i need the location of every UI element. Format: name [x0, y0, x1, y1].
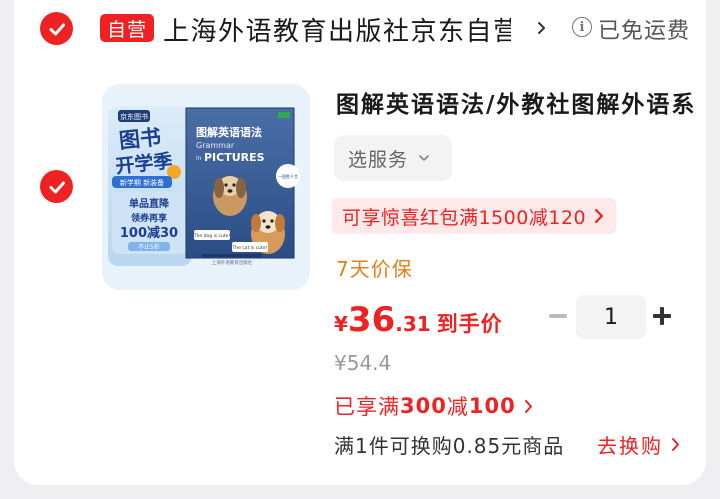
cover-deal-1: 单品直降 [129, 197, 170, 210]
original-price: ¥54.4 [334, 351, 392, 375]
store-header[interactable]: 自营 上海外语教育出版社京东自营官方旗舰店 i 已免运费 [14, 0, 706, 56]
coupon-text: 可享惊喜红包满1500减120 [342, 206, 587, 229]
book-en-1: Grammar [196, 141, 235, 150]
chevron-right-icon[interactable] [534, 17, 550, 39]
cover-deal-4: 不止5折 [138, 243, 160, 251]
book-publisher: 上海外语教育出版社 [212, 259, 253, 266]
price-currency: ¥ [334, 312, 348, 336]
book-title: 图解英语语法 [196, 125, 262, 139]
exchange-offer-text: 满1件可换购0.85元商品 [334, 434, 565, 458]
free-shipping-label: 已免运费 [598, 19, 691, 44]
service-select-label: 选服务 [348, 148, 409, 171]
book-en-3: PICTURES [204, 151, 265, 164]
product-thumbnail[interactable]: 京东图书 图书 开学季 新学期 新装备 单品直降 领券再享 100减30 不止5… [102, 84, 310, 290]
cover-headline-1: 图书 [118, 125, 162, 153]
exchange-link-label: 去换购 [597, 434, 663, 458]
cover-deal-2: 领券再享 [131, 212, 167, 224]
price-protection-label: 7天价保 [336, 257, 413, 281]
cover-badge: 京东图书 [120, 112, 148, 121]
price-integer: 36 [347, 300, 396, 340]
coupon-banner[interactable]: 可享惊喜红包满1500减120 [332, 198, 617, 234]
store-select-checkbox[interactable] [40, 12, 73, 45]
book-bubble-2: The cat is cute! [232, 245, 268, 251]
chevron-right-icon [672, 438, 679, 451]
cart-store-card: 自营 上海外语教育出版社京东自营官方旗舰店 i 已免运费 京东图书 [14, 0, 706, 485]
book-bubble-1: The dog is cute! [193, 233, 231, 239]
decrease-quantity-button[interactable] [549, 314, 567, 318]
cover-deal-3: 100减30 [120, 225, 178, 241]
promo-prefix: 已享满 [334, 395, 400, 419]
book-sticker: 一图胜千言 [278, 173, 298, 179]
check-icon [49, 181, 65, 193]
service-select[interactable]: 选服务 [334, 135, 452, 181]
chevron-right-icon [595, 208, 604, 224]
item-select-checkbox[interactable] [40, 170, 73, 203]
final-price: ¥ 36 .31 到手价 [334, 300, 503, 340]
price-label: 到手价 [436, 312, 503, 336]
store-name[interactable]: 上海外语教育出版社京东自营官方旗舰店 [163, 11, 511, 48]
product-title[interactable]: 图解英语语法/外教社图解外语系列 [336, 85, 696, 119]
promo-applied[interactable]: 已享满 300 减 100 [334, 391, 533, 421]
increase-quantity-button[interactable] [653, 307, 671, 325]
chevron-right-icon [524, 399, 532, 413]
chevron-down-icon [419, 155, 429, 161]
price-decimal: .31 [395, 312, 431, 336]
book-en-2: in [196, 155, 202, 162]
exchange-link[interactable]: 去换购 [597, 430, 680, 459]
info-icon[interactable]: i [572, 17, 592, 37]
promo-mid: 减 [446, 395, 469, 419]
self-operated-badge: 自营 [100, 14, 154, 42]
check-icon [49, 23, 65, 35]
promo-threshold: 300 [400, 394, 447, 418]
cover-tags: 新学期 新装备 [120, 178, 164, 187]
promo-discount: 100 [468, 394, 516, 418]
quantity-input[interactable]: 1 [576, 295, 646, 339]
